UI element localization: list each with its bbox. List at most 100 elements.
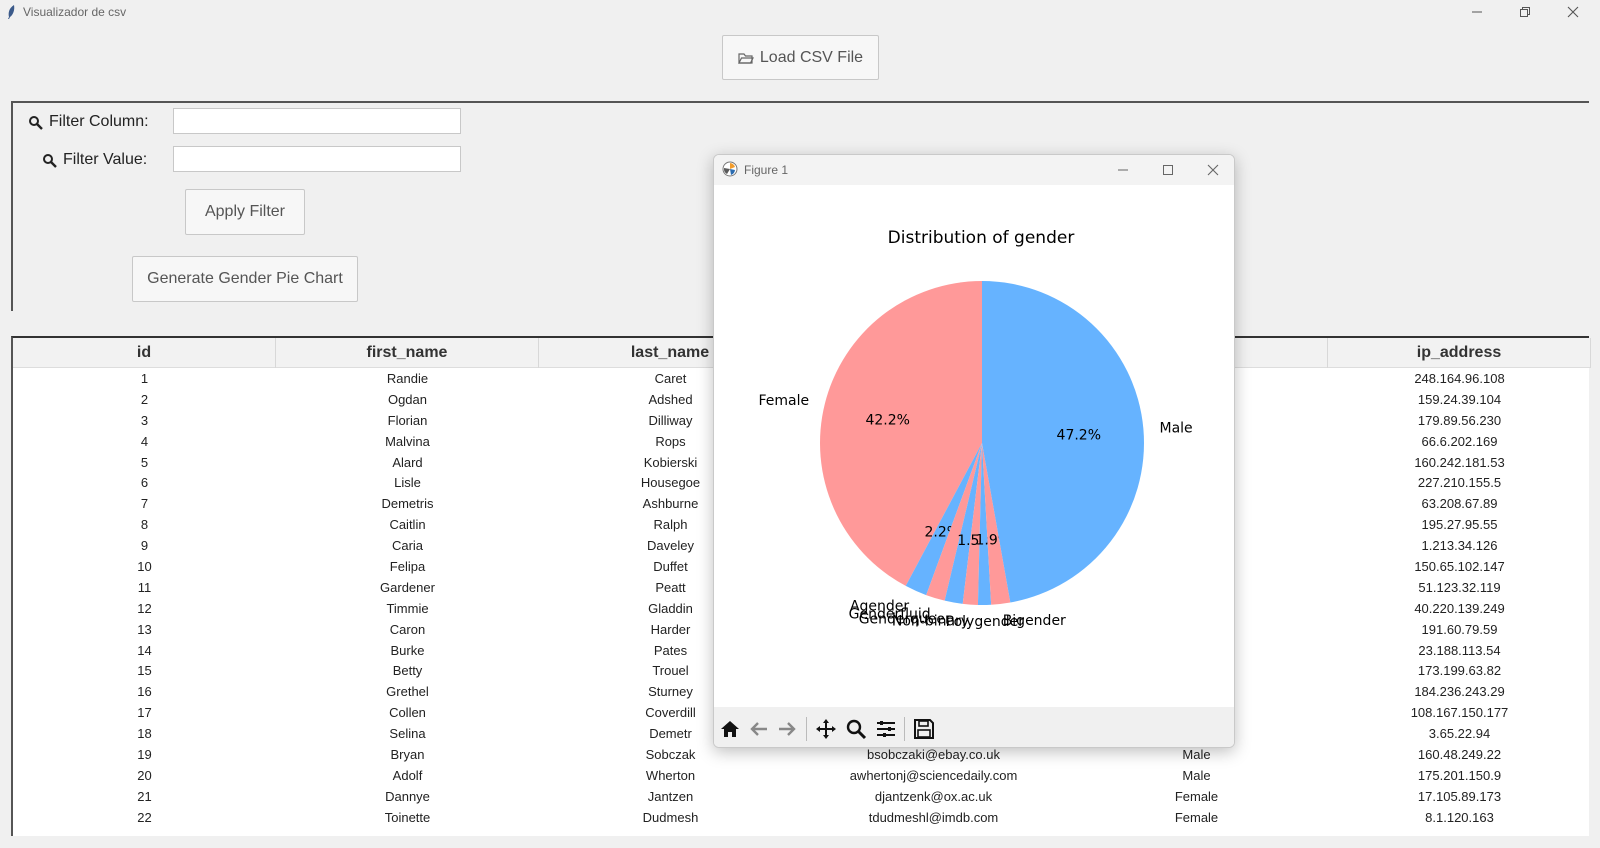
cell-first-name: Demetris	[381, 496, 434, 512]
cell-first-name: Caria	[391, 538, 424, 554]
cell-id: 6	[140, 475, 149, 491]
cell-ip-address: 191.60.79.59	[1421, 621, 1498, 637]
cell-ip-address: 248.164.96.108	[1414, 370, 1505, 386]
cell-ip-address: 173.199.63.82	[1417, 663, 1502, 679]
pan-icon	[816, 719, 836, 739]
toolbar-separator	[904, 717, 905, 741]
cell-first-name: Gardener	[380, 579, 435, 595]
slice-label: Bigender	[1003, 613, 1066, 629]
cell-id: 15	[137, 663, 152, 679]
filter-value-input[interactable]	[173, 146, 461, 172]
close-button[interactable]	[1550, 2, 1596, 22]
configure-button[interactable]	[874, 717, 898, 741]
filter-value-label-group: Filter Value:	[42, 151, 147, 169]
cell-id: 7	[140, 496, 149, 512]
cell-first-name: Florian	[387, 412, 428, 428]
cell-ip-address: 227.210.155.5	[1417, 475, 1502, 491]
cell-id: 11	[137, 579, 152, 595]
restore-button[interactable]	[1502, 2, 1548, 22]
maximize-icon	[1163, 165, 1173, 175]
cell-first-name: Randie	[386, 370, 429, 386]
generate-pie-chart-button[interactable]: Generate Gender Pie Chart	[132, 256, 358, 302]
cell-ip-address: 17.105.89.173	[1417, 788, 1502, 804]
column-header-first-name[interactable]: first_name	[276, 338, 539, 368]
cell-id: 4	[140, 433, 149, 449]
restore-icon	[1520, 7, 1530, 17]
cell-last-name: Dudmesh	[642, 809, 699, 825]
cell-first-name: Grethel	[386, 684, 429, 700]
cell-first-name: Bryan	[390, 746, 425, 762]
save-icon	[914, 719, 934, 739]
cell-id: 2	[140, 391, 149, 407]
cell-id: 17	[137, 705, 152, 721]
table-row[interactable]: 22 Toinette Dudmesh tdudmeshl@imdb.com Femal…	[13, 807, 1591, 828]
cell-first-name: Malvina	[385, 433, 430, 449]
cell-gender: Female	[1174, 788, 1219, 804]
column-header-ip-address[interactable]: ip_address	[1328, 338, 1591, 368]
cell-first-name: Caitlin	[389, 517, 426, 533]
close-icon	[1207, 164, 1219, 176]
slice-percent-label: 47.2%	[1057, 428, 1101, 444]
cell-first-name: Dannye	[385, 788, 430, 804]
window-title: Visualizador de csv	[23, 5, 127, 19]
matplotlib-icon	[722, 161, 738, 177]
cell-first-name: Betty	[392, 663, 423, 679]
slice-label: Male	[1160, 420, 1193, 436]
toolbar-separator	[806, 717, 807, 741]
cell-ip-address: 23.188.113.54	[1418, 642, 1501, 658]
cell-id: 22	[137, 809, 152, 825]
cell-id: 3	[140, 412, 149, 428]
zoom-icon	[846, 719, 867, 740]
home-button[interactable]	[718, 717, 742, 741]
main-titlebar: Visualizador de csv	[0, 0, 1600, 24]
folder-icon	[737, 52, 754, 64]
table-row[interactable]: 20 Adolf Wherton awhertonj@sciencedaily.com…	[13, 765, 1591, 786]
cell-email: tdudmeshl@imdb.com	[868, 809, 999, 825]
back-button[interactable]	[747, 717, 771, 741]
figure-maximize-button[interactable]	[1148, 159, 1188, 181]
figure-close-button[interactable]	[1193, 159, 1233, 181]
generate-pie-chart-label: Generate Gender Pie Chart	[147, 270, 343, 287]
figure-toolbar	[714, 707, 1234, 747]
cell-first-name: Toinette	[384, 809, 431, 825]
cell-first-name: Ogdan	[387, 391, 428, 407]
cell-id: 14	[137, 642, 152, 658]
table-row[interactable]: 21 Dannye Jantzen djantzenk@ox.ac.uk Female 1…	[13, 786, 1591, 807]
cell-ip-address: 8.1.120.163	[1425, 809, 1494, 825]
magnifier-icon	[29, 115, 43, 130]
cell-ip-address: 108.167.150.177	[1410, 705, 1509, 721]
column-header-id[interactable]: id	[13, 338, 276, 368]
home-icon	[721, 721, 739, 737]
cell-ip-address: 63.208.67.89	[1421, 496, 1498, 512]
chart-title: Distribution of gender	[888, 228, 1075, 248]
cell-id: 19	[137, 746, 152, 762]
cell-gender: Male	[1182, 767, 1211, 783]
cell-last-name: Wherton	[645, 767, 696, 783]
feather-icon	[8, 5, 15, 19]
save-button[interactable]	[912, 717, 936, 741]
cell-ip-address: 3.65.22.94	[1428, 726, 1491, 742]
figure-title: Figure 1	[744, 163, 789, 177]
cell-ip-address: 150.65.102.147	[1414, 558, 1505, 574]
forward-button[interactable]	[775, 717, 799, 741]
slice-percent-label: 42.2%	[865, 412, 909, 428]
apply-filter-button[interactable]: Apply Filter	[185, 189, 305, 235]
load-csv-button[interactable]: Load CSV File	[722, 35, 879, 80]
cell-ip-address: 160.242.181.53	[1414, 454, 1505, 470]
minimize-button[interactable]	[1454, 2, 1500, 22]
cell-first-name: Burke	[390, 642, 425, 658]
zoom-button[interactable]	[844, 717, 868, 741]
pan-button[interactable]	[814, 717, 838, 741]
filter-column-input[interactable]	[173, 108, 461, 134]
cell-email: awhertonj@sciencedaily.com	[849, 767, 1018, 783]
minimize-icon	[1118, 169, 1128, 171]
cell-last-name: Jantzen	[647, 788, 694, 804]
cell-ip-address: 195.27.95.55	[1421, 517, 1498, 533]
cell-ip-address: 184.236.243.29	[1414, 684, 1505, 700]
cell-ip-address: 175.201.150.9	[1417, 767, 1502, 783]
cell-ip-address: 66.6.202.169	[1421, 433, 1498, 449]
figure-minimize-button[interactable]	[1103, 159, 1143, 181]
cell-first-name: Collen	[389, 705, 426, 721]
cell-first-name: Lisle	[394, 475, 421, 491]
cell-first-name: Selina	[389, 726, 426, 742]
